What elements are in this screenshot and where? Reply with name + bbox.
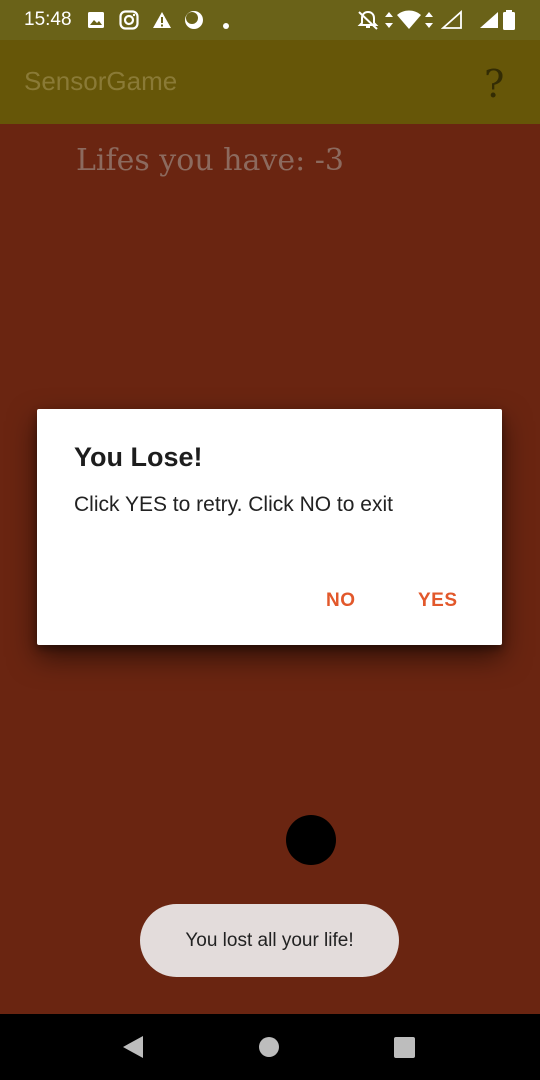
ball [286,815,336,865]
signal-empty-icon [441,10,462,29]
dialog-title: You Lose! [74,442,203,472]
toast: You lost all your life! [140,904,399,977]
lives-counter: Lifes you have: -3 [76,143,344,178]
yes-button[interactable]: YES [418,590,458,612]
help-icon[interactable]: ? [484,62,504,106]
dialog-message: Click YES to retry. Click NO to exit [74,493,393,516]
signal-full-icon [480,12,498,28]
lose-dialog: You Lose! Click YES to retry. Click NO t… [37,409,502,645]
wifi-icon [397,10,421,29]
back-button[interactable] [93,1014,173,1080]
navigation-bar [0,1014,540,1080]
status-bar: 15:48 [0,0,540,40]
battery-icon [503,10,515,30]
image-icon [88,12,104,28]
data-arrows-icon [385,12,393,28]
moon-icon [185,11,203,29]
back-icon [123,1036,143,1058]
warning-icon [153,12,171,28]
recents-button[interactable] [364,1014,444,1080]
home-button[interactable] [229,1014,309,1080]
notifications-off-icon [357,10,379,30]
data-arrows-icon [425,12,433,28]
app-title: SensorGame [24,66,178,96]
toast-message: You lost all your life! [185,930,354,951]
no-button[interactable]: NO [326,590,356,612]
instagram-icon [119,10,139,30]
app-bar: SensorGame ? [0,40,540,124]
dot-icon [223,23,229,29]
status-time: 15:48 [24,9,72,30]
home-icon [259,1037,279,1057]
recents-icon [394,1037,415,1058]
